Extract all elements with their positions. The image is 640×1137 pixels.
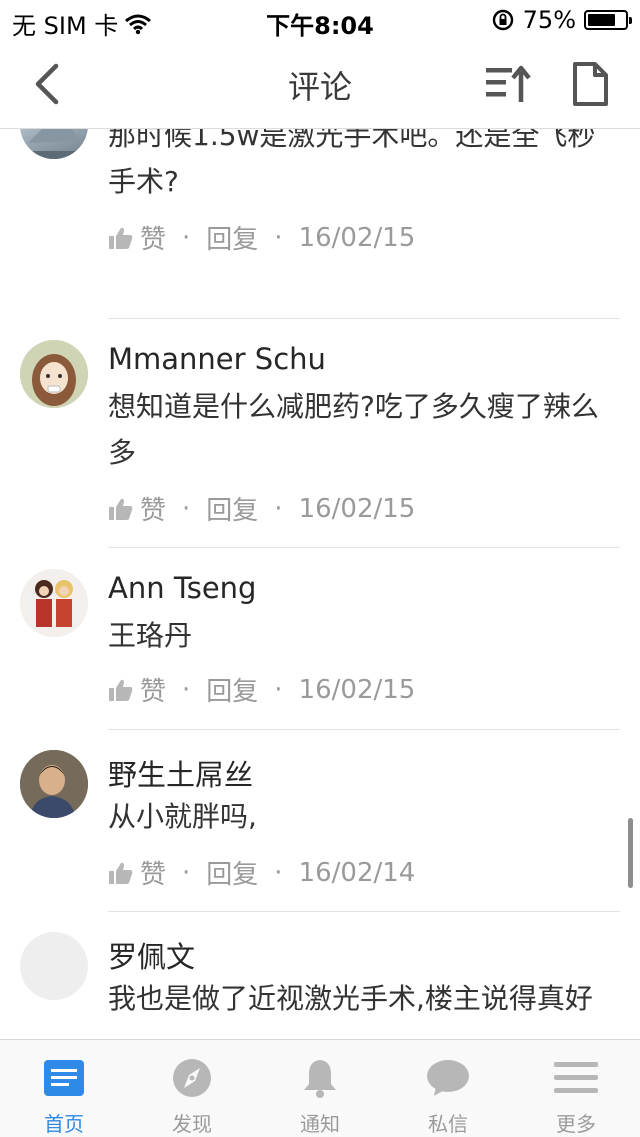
comment-meta: 赞 · 回复 · 16/02/15 — [108, 671, 415, 708]
like-button[interactable]: 赞 — [140, 671, 166, 708]
battery-percent: 75% — [522, 6, 576, 34]
tab-more[interactable]: 更多 — [512, 1040, 640, 1137]
tab-label: 通知 — [300, 1112, 340, 1136]
like-button[interactable]: 赞 — [140, 219, 166, 256]
separator-dot: · — [274, 222, 283, 253]
comment-text: 我也是做了近视激光手术,楼主说得真好 — [108, 982, 593, 1015]
reply-button[interactable]: 回复 — [206, 490, 258, 527]
thumbs-up-icon[interactable] — [108, 861, 134, 885]
tab-messages[interactable]: 私信 — [384, 1040, 512, 1137]
avatar[interactable] — [20, 750, 88, 818]
divider — [108, 729, 620, 730]
comment-date: 16/02/14 — [298, 857, 416, 888]
status-right: 75% — [491, 6, 632, 34]
menu-icon — [554, 1062, 598, 1093]
tab-label: 更多 — [556, 1112, 596, 1136]
comment-author[interactable]: Mmanner Schu — [108, 342, 326, 376]
tab-notifications[interactable]: 通知 — [256, 1040, 384, 1137]
comment-text: 从小就胖吗, — [108, 800, 257, 833]
page-title: 评论 — [287, 68, 352, 106]
comment-meta: 赞 · 回复 · 16/02/15 — [108, 490, 415, 527]
comment-author[interactable]: Ann Tseng — [108, 571, 256, 605]
separator-dot: · — [182, 222, 191, 253]
nav-bar: 评论 — [0, 40, 640, 129]
tab-label: 发现 — [172, 1112, 212, 1136]
separator-dot: · — [182, 674, 191, 705]
reply-button[interactable]: 回复 — [206, 854, 258, 891]
thumbs-up-icon[interactable] — [108, 497, 134, 521]
like-button[interactable]: 赞 — [140, 854, 166, 891]
separator-dot: · — [182, 857, 191, 888]
comment-meta: 赞 · 回复 · 16/02/14 — [108, 854, 415, 891]
separator-dot: · — [182, 493, 191, 524]
home-list-icon — [44, 1060, 84, 1096]
divider — [108, 318, 620, 319]
comment-author[interactable]: 野生土屌丝 — [108, 752, 253, 794]
tab-label: 私信 — [428, 1112, 468, 1136]
tab-discover[interactable]: 发现 — [128, 1040, 256, 1137]
avatar-photo-icon — [20, 750, 88, 818]
comment-text: 那时候1.5w是激光手术吧。还是全飞秒手术? — [108, 129, 596, 198]
comment-author[interactable]: 罗佩文 — [108, 934, 195, 976]
tab-home[interactable]: 首页 — [0, 1040, 128, 1137]
thumbs-up-icon[interactable] — [108, 678, 134, 702]
document-icon[interactable] — [570, 60, 610, 108]
comment-date: 16/02/15 — [298, 493, 416, 524]
status-bar: 无 SIM 卡 下午8:04 75% — [0, 0, 640, 40]
tab-label: 首页 — [44, 1112, 84, 1136]
sort-up-icon[interactable] — [484, 62, 532, 106]
separator-dot: · — [274, 857, 283, 888]
reply-button[interactable]: 回复 — [206, 671, 258, 708]
avatar-photo-icon — [20, 129, 88, 159]
avatar-cartoon-icon — [20, 569, 88, 637]
compass-icon — [173, 1059, 211, 1097]
avatar[interactable] — [20, 129, 88, 159]
scrollbar[interactable] — [628, 818, 633, 888]
avatar[interactable] — [20, 569, 88, 637]
like-button[interactable]: 赞 — [140, 490, 166, 527]
battery-fill — [588, 14, 615, 26]
comment-text: 想知道是什么减肥药?吃了多久瘦了辣么多 — [108, 390, 599, 469]
rotation-lock-icon — [492, 9, 513, 31]
reply-button[interactable]: 回复 — [206, 219, 258, 256]
divider — [108, 911, 620, 912]
battery-icon — [584, 10, 632, 30]
comment-date: 16/02/15 — [298, 222, 416, 253]
comment-date: 16/02/15 — [298, 674, 416, 705]
comment-text: 王珞丹 — [108, 619, 193, 652]
comment-list[interactable]: 那时候1.5w是激光手术吧。还是全飞秒手术? 赞 · 回复 · 16/02/15 — [0, 129, 640, 1039]
tab-bar: 首页 发现 通知 私信 更多 — [0, 1039, 640, 1137]
divider — [108, 547, 620, 548]
bell-icon — [304, 1060, 336, 1098]
thumbs-up-icon[interactable] — [108, 226, 134, 250]
comment-meta: 赞 · 回复 · 16/02/15 — [108, 219, 415, 256]
separator-dot: · — [274, 493, 283, 524]
avatar[interactable] — [20, 932, 88, 1000]
separator-dot: · — [274, 674, 283, 705]
avatar-cartoon-icon — [20, 340, 88, 408]
avatar[interactable] — [20, 340, 88, 408]
chat-bubble-icon — [427, 1060, 469, 1096]
